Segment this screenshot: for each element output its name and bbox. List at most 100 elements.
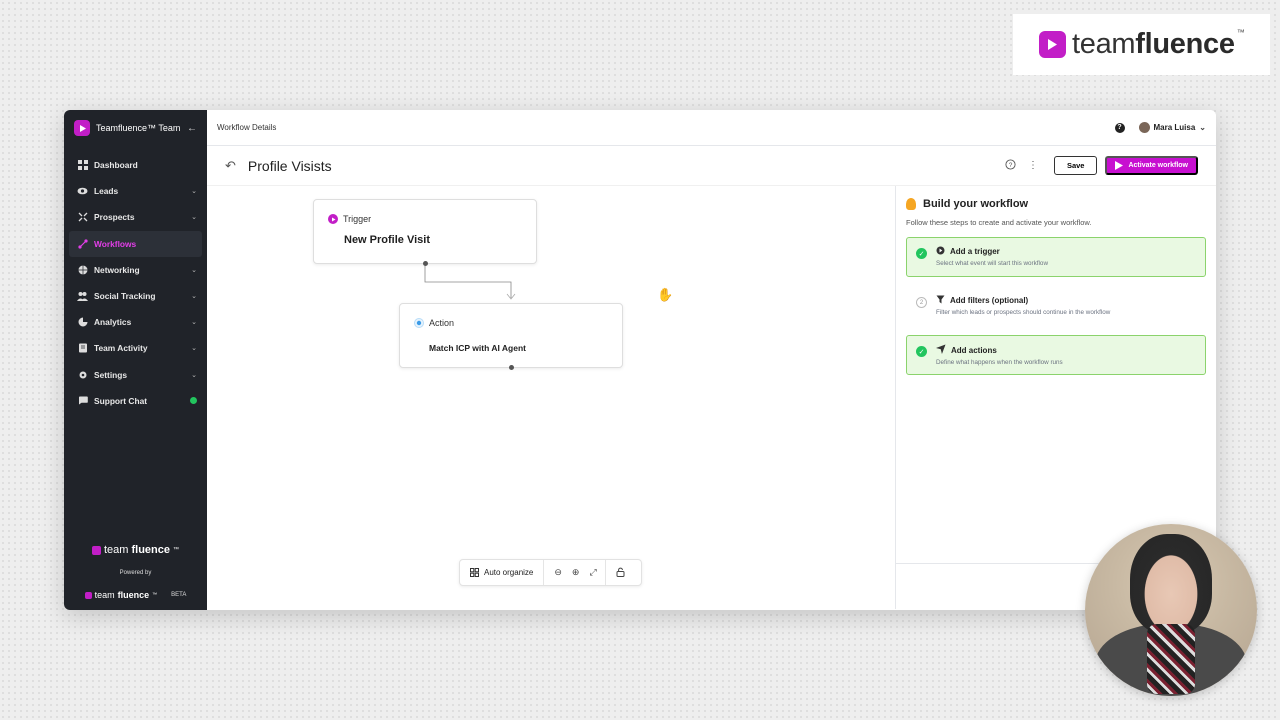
trigger-play-icon xyxy=(328,214,338,224)
action-name: Match ICP with AI Agent xyxy=(429,343,526,353)
action-output-port[interactable] xyxy=(509,365,514,370)
play-icon xyxy=(1115,161,1124,170)
sidebar-item-networking[interactable]: Networking ⌄ xyxy=(64,257,207,283)
chevron-down-icon: ⌄ xyxy=(191,266,197,274)
sidebar-item-support-chat[interactable]: Support Chat xyxy=(64,388,207,414)
sidebar-footer: team fluence ™ Powered by team fluence ™ BET… xyxy=(64,544,207,600)
step-description: Select what event will start this workfl… xyxy=(936,260,1048,267)
sidebar-item-dashboard[interactable]: Dashboard xyxy=(64,152,207,178)
sidebar-item-settings[interactable]: Settings ⌄ xyxy=(64,362,207,388)
activate-workflow-button[interactable]: Activate workflow xyxy=(1105,156,1198,175)
footer-logo-mark-icon xyxy=(92,545,101,555)
page-header: ↶ Profile Visists ? ⋮ Save Activate work… xyxy=(207,146,1216,186)
auto-organize-button[interactable]: Auto organize xyxy=(470,560,545,585)
team-logo-icon xyxy=(74,120,90,136)
action-ai-icon xyxy=(414,318,424,328)
workflow-icon xyxy=(77,238,88,249)
sidebar-item-team-activity[interactable]: Team Activity ⌄ xyxy=(64,335,207,361)
svg-text:?: ? xyxy=(1009,161,1013,168)
back-arrow-icon[interactable]: ↶ xyxy=(225,158,236,174)
lock-icon[interactable] xyxy=(616,567,625,579)
more-options-icon[interactable]: ⋮ xyxy=(1026,160,1040,171)
trigger-node[interactable]: Trigger New Profile Visit xyxy=(313,199,537,266)
powered-logo-light: team xyxy=(94,590,115,600)
chevron-down-icon: ⌄ xyxy=(191,188,197,196)
chevron-down-icon: ⌄ xyxy=(191,345,197,353)
connector-edge xyxy=(424,263,516,300)
chat-icon xyxy=(77,395,88,406)
pie-chart-icon xyxy=(77,317,88,328)
help-icon[interactable]: ? xyxy=(1114,122,1125,133)
eye-icon xyxy=(77,186,88,197)
sidebar-item-social-tracking[interactable]: Social Tracking ⌄ xyxy=(64,283,207,309)
footer-logo: team fluence ™ xyxy=(64,544,207,556)
sidebar-item-workflows[interactable]: Workflows xyxy=(69,230,202,257)
steps-list: ✓ Add a trigger Select what event will sta… xyxy=(906,237,1206,375)
sidebar-item-prospects[interactable]: Prospects ⌄ xyxy=(64,204,207,230)
sidebar-nav: Dashboard Leads ⌄ Prospects ⌄ Workflows Networ… xyxy=(64,152,207,414)
topbar: Workflow Details ? Mara Luisa ⌄ xyxy=(207,110,1216,146)
webcam-video xyxy=(1085,524,1257,696)
powered-by-label: Powered by xyxy=(119,570,152,576)
arrows-icon xyxy=(77,212,88,223)
sidebar-item-leads[interactable]: Leads ⌄ xyxy=(64,178,207,204)
beta-badge: BETA xyxy=(171,592,187,598)
fit-view-icon[interactable]: ⤢ xyxy=(589,567,596,578)
sidebar-item-label: Analytics xyxy=(94,317,132,328)
footer-logo-bold: fluence xyxy=(131,544,170,556)
footer-logo-light: team xyxy=(104,544,129,556)
grid-icon xyxy=(470,568,479,577)
teamfluence-logo: teamfluence ™ xyxy=(1013,14,1270,75)
team-name: Teamfluence™ Team xyxy=(96,123,181,133)
step-number: 2 xyxy=(916,297,927,308)
sidebar-item-label: Networking xyxy=(94,264,140,275)
chevron-down-icon: ⌄ xyxy=(191,319,197,327)
sidebar-item-label: Dashboard xyxy=(94,160,138,171)
zoom-out-icon[interactable]: ⊖ xyxy=(554,567,562,578)
sidebar: Teamfluence™ Team ← Dashboard Leads ⌄ Prosp… xyxy=(64,110,207,610)
brand-text-light: team xyxy=(1072,28,1136,60)
sidebar-item-label: Team Activity xyxy=(94,343,148,354)
user-menu[interactable]: Mara Luisa ⌄ xyxy=(1138,122,1206,133)
powered-logo-bold: fluence xyxy=(117,590,150,600)
chevron-down-icon: ⌄ xyxy=(191,293,197,301)
step-description: Define what happens when the workflow ru… xyxy=(936,359,1063,366)
book-icon xyxy=(77,343,88,354)
page-title: Profile Visists xyxy=(247,157,332,174)
zoom-in-icon[interactable]: ⊕ xyxy=(572,567,580,578)
trigger-type-label: Trigger xyxy=(343,214,372,224)
gear-icon xyxy=(77,369,88,380)
collapse-sidebar-icon[interactable]: ← xyxy=(187,123,197,134)
question-circle-icon[interactable]: ? xyxy=(1004,158,1018,173)
panel-subtitle: Follow these steps to create and activat… xyxy=(906,218,1092,227)
save-button[interactable]: Save xyxy=(1053,156,1098,175)
powered-logo: team fluence ™ xyxy=(84,590,157,600)
footer-logo-tm: ™ xyxy=(172,547,179,553)
sidebar-item-analytics[interactable]: Analytics ⌄ xyxy=(64,309,207,335)
workflow-step-3[interactable]: ✓ Add actions Define what happens when the… xyxy=(906,335,1206,375)
breadcrumb: Workflow Details xyxy=(217,123,277,132)
action-node[interactable]: Action Match ICP with AI Agent xyxy=(399,303,623,370)
step-title: Add actions xyxy=(951,345,997,355)
rocket-icon xyxy=(935,344,946,356)
trigger-name: New Profile Visit xyxy=(344,234,430,246)
chevron-down-icon: ⌄ xyxy=(1199,123,1206,132)
workflow-canvas[interactable]: Trigger New Profile Visit Action Match I… xyxy=(207,186,896,609)
sidebar-item-label: Settings xyxy=(94,369,128,380)
trigger-output-port[interactable] xyxy=(423,261,428,266)
check-circle-icon: ✓ xyxy=(916,346,927,357)
workflow-step-1[interactable]: ✓ Add a trigger Select what event will sta… xyxy=(906,237,1206,277)
sidebar-item-label: Prospects xyxy=(94,212,135,223)
workflow-step-2[interactable]: 2 Add filters (optional) Filter which lead… xyxy=(906,286,1206,326)
step-title: Add filters (optional) xyxy=(950,296,1029,305)
activate-workflow-label: Activate workflow xyxy=(1128,162,1188,169)
grid-icon xyxy=(77,160,88,171)
team-header[interactable]: Teamfluence™ Team ← xyxy=(64,110,207,146)
brand-tm: ™ xyxy=(1236,28,1245,37)
users-icon xyxy=(77,291,88,302)
hand-cursor-icon: ✋ xyxy=(657,287,674,302)
brand-text-bold: fluence xyxy=(1135,28,1235,60)
logo-mark-icon xyxy=(1039,31,1066,58)
check-circle-icon: ✓ xyxy=(916,248,927,259)
step-title: Add a trigger xyxy=(950,247,1000,256)
